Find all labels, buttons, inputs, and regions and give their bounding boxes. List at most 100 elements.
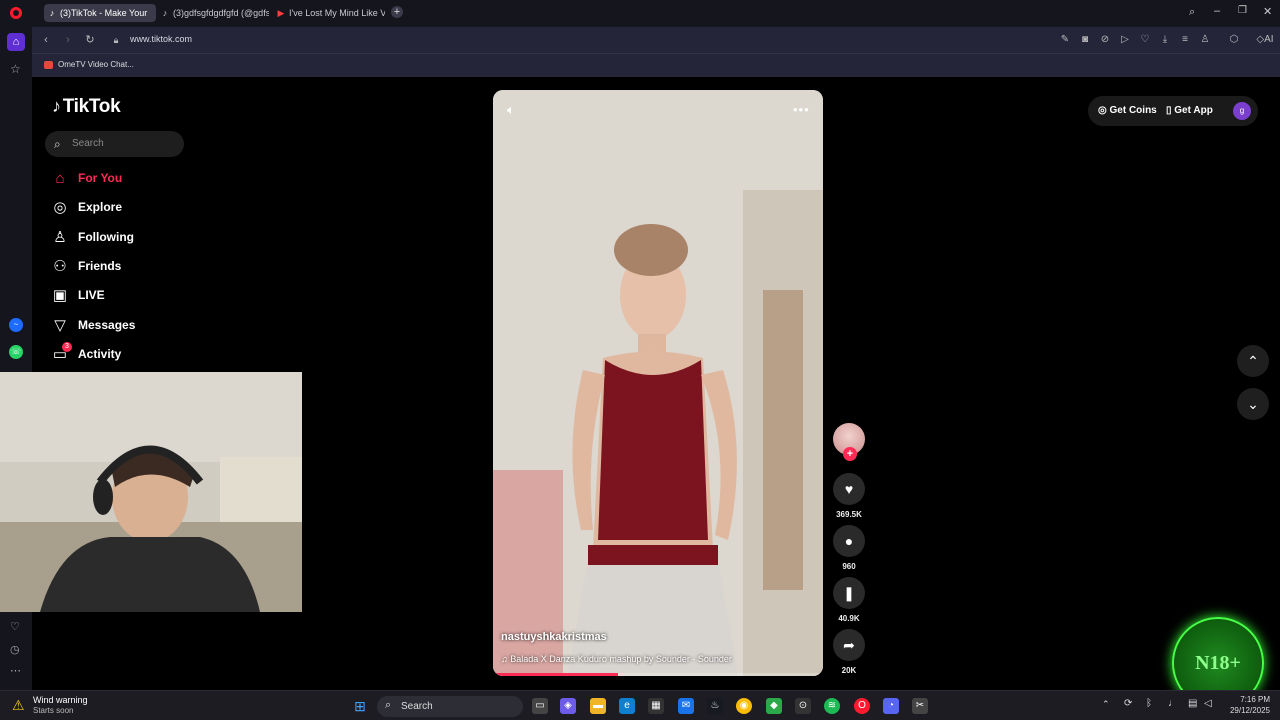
heart-icon[interactable]: ♡ bbox=[10, 620, 20, 633]
file-explorer-icon[interactable]: ▬ bbox=[590, 698, 606, 714]
download-icon[interactable]: ⤓ bbox=[1159, 34, 1171, 46]
whatsapp-icon[interactable]: ☏ bbox=[9, 345, 23, 359]
tiktok-logo[interactable]: ♪ TikTok bbox=[52, 96, 121, 118]
windows-start-icon[interactable]: ⊞ bbox=[352, 698, 368, 714]
share-icon[interactable]: ➦ bbox=[833, 629, 865, 661]
tab-tiktok[interactable]: ♪ (3)TikTok - Make Your bbox=[44, 4, 156, 22]
sidebar-item-messages[interactable]: ▽ Messages bbox=[50, 315, 250, 337]
copilot-icon[interactable]: ◈ bbox=[560, 698, 576, 714]
like-action[interactable]: ♥ 369.5K bbox=[833, 473, 865, 519]
volume-icon[interactable]: 🔈︎ bbox=[507, 102, 515, 118]
user-avatar[interactable]: g bbox=[1233, 102, 1251, 120]
tiktok-icon: ♪ bbox=[49, 8, 55, 18]
get-coins-button[interactable]: ◎ Get Coins bbox=[1098, 105, 1157, 116]
edit-icon[interactable]: ✎ bbox=[1059, 34, 1071, 46]
taskbar-search[interactable]: ⌕ Search bbox=[377, 696, 523, 717]
video-username[interactable]: nastuyshkakristmas bbox=[501, 631, 607, 643]
comment-action[interactable]: ● 960 bbox=[833, 525, 865, 571]
search-tabs-icon[interactable]: ⌕ bbox=[1189, 6, 1195, 19]
chrome-icon[interactable]: ◉ bbox=[736, 698, 752, 714]
tab-profile[interactable]: ♪ (3)gdfsgfdgdfgfd (@gdfs bbox=[157, 4, 269, 22]
send-icon: ▽ bbox=[54, 317, 66, 334]
sidebar-item-for-you[interactable]: ⌂ For You bbox=[50, 168, 250, 190]
browser-tab-bar: ♪ (3)TikTok - Make Your ♪ (3)gdfsgfdgdfg… bbox=[0, 0, 1280, 27]
store-icon[interactable]: ▦ bbox=[648, 698, 664, 714]
next-video-button[interactable]: ⌄ bbox=[1237, 388, 1269, 420]
webcam-overlay bbox=[0, 372, 302, 612]
camera-icon[interactable]: ◙ bbox=[1079, 34, 1091, 46]
reload-button[interactable]: ↻ bbox=[84, 34, 96, 46]
network-icon[interactable]: ▤ bbox=[1188, 698, 1197, 709]
close-window-button[interactable]: ✕ bbox=[1263, 5, 1272, 18]
more-icon[interactable]: ⋯ bbox=[10, 664, 21, 677]
video-player[interactable]: 🔈︎ ••• nastuyshkakristmas ♫ Balada X Dan… bbox=[493, 90, 823, 676]
bluetooth-icon[interactable]: ᛒ bbox=[1146, 698, 1152, 709]
sidebar-item-friends[interactable]: ⚇ Friends bbox=[50, 256, 250, 278]
video-frame-image bbox=[493, 90, 823, 676]
spotify-icon[interactable]: ≋ bbox=[824, 698, 840, 714]
like-count: 369.5K bbox=[836, 510, 862, 519]
mail-icon[interactable]: ✉ bbox=[678, 698, 694, 714]
warning-icon: ⚠ bbox=[12, 697, 25, 713]
star-icon[interactable]: ☆ bbox=[10, 62, 21, 76]
microphone-icon[interactable]: ♩ bbox=[1168, 698, 1178, 709]
minimize-button[interactable]: – bbox=[1214, 5, 1220, 17]
comment-icon[interactable]: ● bbox=[833, 525, 865, 557]
follow-button[interactable]: + bbox=[843, 447, 857, 461]
top-right-actions: ◎ Get Coins ▯ Get App g bbox=[1088, 96, 1258, 126]
profile-icon[interactable]: ♙ bbox=[1199, 34, 1211, 46]
lock-icon: 🔒︎ bbox=[113, 35, 119, 45]
sidebar-item-activity[interactable]: ▭ 3 Activity bbox=[50, 342, 250, 366]
game-app-icon[interactable]: ◆ bbox=[766, 698, 782, 714]
tiktok-icon: ♪ bbox=[162, 8, 168, 18]
shield-icon[interactable]: ⊘ bbox=[1099, 34, 1111, 46]
heart-icon[interactable]: ♥ bbox=[833, 473, 865, 505]
edge-icon[interactable]: e bbox=[619, 698, 635, 714]
task-view-icon[interactable]: ▭ bbox=[532, 698, 548, 714]
ai-icon[interactable]: ◇AI bbox=[1254, 34, 1276, 46]
opera-logo-icon[interactable] bbox=[10, 7, 22, 19]
bookmark-bar: OmeTV Video Chat... bbox=[32, 53, 1280, 77]
user-follow-icon: ♙ bbox=[53, 229, 67, 246]
sidebar-item-following[interactable]: ♙ Following bbox=[50, 227, 250, 249]
url-field[interactable]: www.tiktok.com bbox=[130, 34, 192, 44]
play-icon[interactable]: ▷ bbox=[1119, 34, 1131, 46]
compass-icon: ◎ bbox=[53, 199, 67, 216]
live-icon: ▣ bbox=[52, 287, 68, 304]
snipping-tool-icon[interactable]: ✂ bbox=[912, 698, 928, 714]
sync-icon[interactable]: ⟳ bbox=[1124, 698, 1132, 709]
music-link[interactable]: ♫ Balada X Danza Kuduro mashup by Sounde… bbox=[501, 654, 732, 664]
search-input[interactable]: ⌕ Search bbox=[45, 131, 184, 157]
bookmark-icon[interactable]: ❚ bbox=[833, 577, 865, 609]
favorite-icon[interactable]: ♡ bbox=[1139, 34, 1151, 46]
sidebar-item-live[interactable]: ▣ LIVE bbox=[50, 285, 250, 307]
sidebar-item-explore[interactable]: ◎ Explore bbox=[50, 197, 250, 219]
speaker-icon[interactable]: ◁ bbox=[1204, 698, 1212, 709]
discord-icon[interactable]: ◔ bbox=[883, 698, 899, 714]
extensions-icon[interactable]: ⬡ bbox=[1228, 34, 1240, 46]
system-clock[interactable]: 7:16 PM 29/12/2025 bbox=[1222, 694, 1270, 716]
windows-taskbar: ⚠ Wind warning Starts soon ⊞ ⌕ Search ▭ … bbox=[0, 690, 1280, 720]
maximize-button[interactable]: ❐ bbox=[1238, 5, 1247, 16]
share-action[interactable]: ➦ 20K bbox=[833, 629, 865, 675]
more-options-icon[interactable]: ••• bbox=[793, 102, 810, 117]
history-icon[interactable]: ◷ bbox=[10, 643, 20, 656]
tray-chevron-icon[interactable]: ⌃ bbox=[1102, 699, 1110, 710]
home-icon[interactable]: ⌂ bbox=[7, 33, 25, 51]
previous-video-button[interactable]: ⌃ bbox=[1237, 345, 1269, 377]
get-app-button[interactable]: ▯ Get App bbox=[1166, 105, 1213, 116]
messenger-icon[interactable]: ~ bbox=[9, 318, 23, 332]
tab-youtube[interactable]: ▶ I've Lost My Mind Like Vir bbox=[273, 4, 385, 22]
new-tab-button[interactable]: + bbox=[391, 6, 403, 18]
menu-icon[interactable]: ≡ bbox=[1179, 34, 1191, 46]
ometv-icon bbox=[44, 61, 53, 69]
opera-taskbar-icon[interactable]: O bbox=[854, 698, 870, 714]
back-button[interactable]: ‹ bbox=[40, 34, 52, 46]
forward-button[interactable]: › bbox=[62, 34, 74, 46]
steam-icon[interactable]: ♨ bbox=[707, 698, 723, 714]
bookmark-ometv[interactable]: OmeTV Video Chat... bbox=[58, 60, 134, 69]
gamepad-icon[interactable]: ⊙ bbox=[795, 698, 811, 714]
activity-badge: 3 bbox=[62, 342, 72, 352]
save-action[interactable]: ❚ 40.9K bbox=[833, 577, 865, 623]
video-progress-bar[interactable] bbox=[493, 673, 823, 676]
